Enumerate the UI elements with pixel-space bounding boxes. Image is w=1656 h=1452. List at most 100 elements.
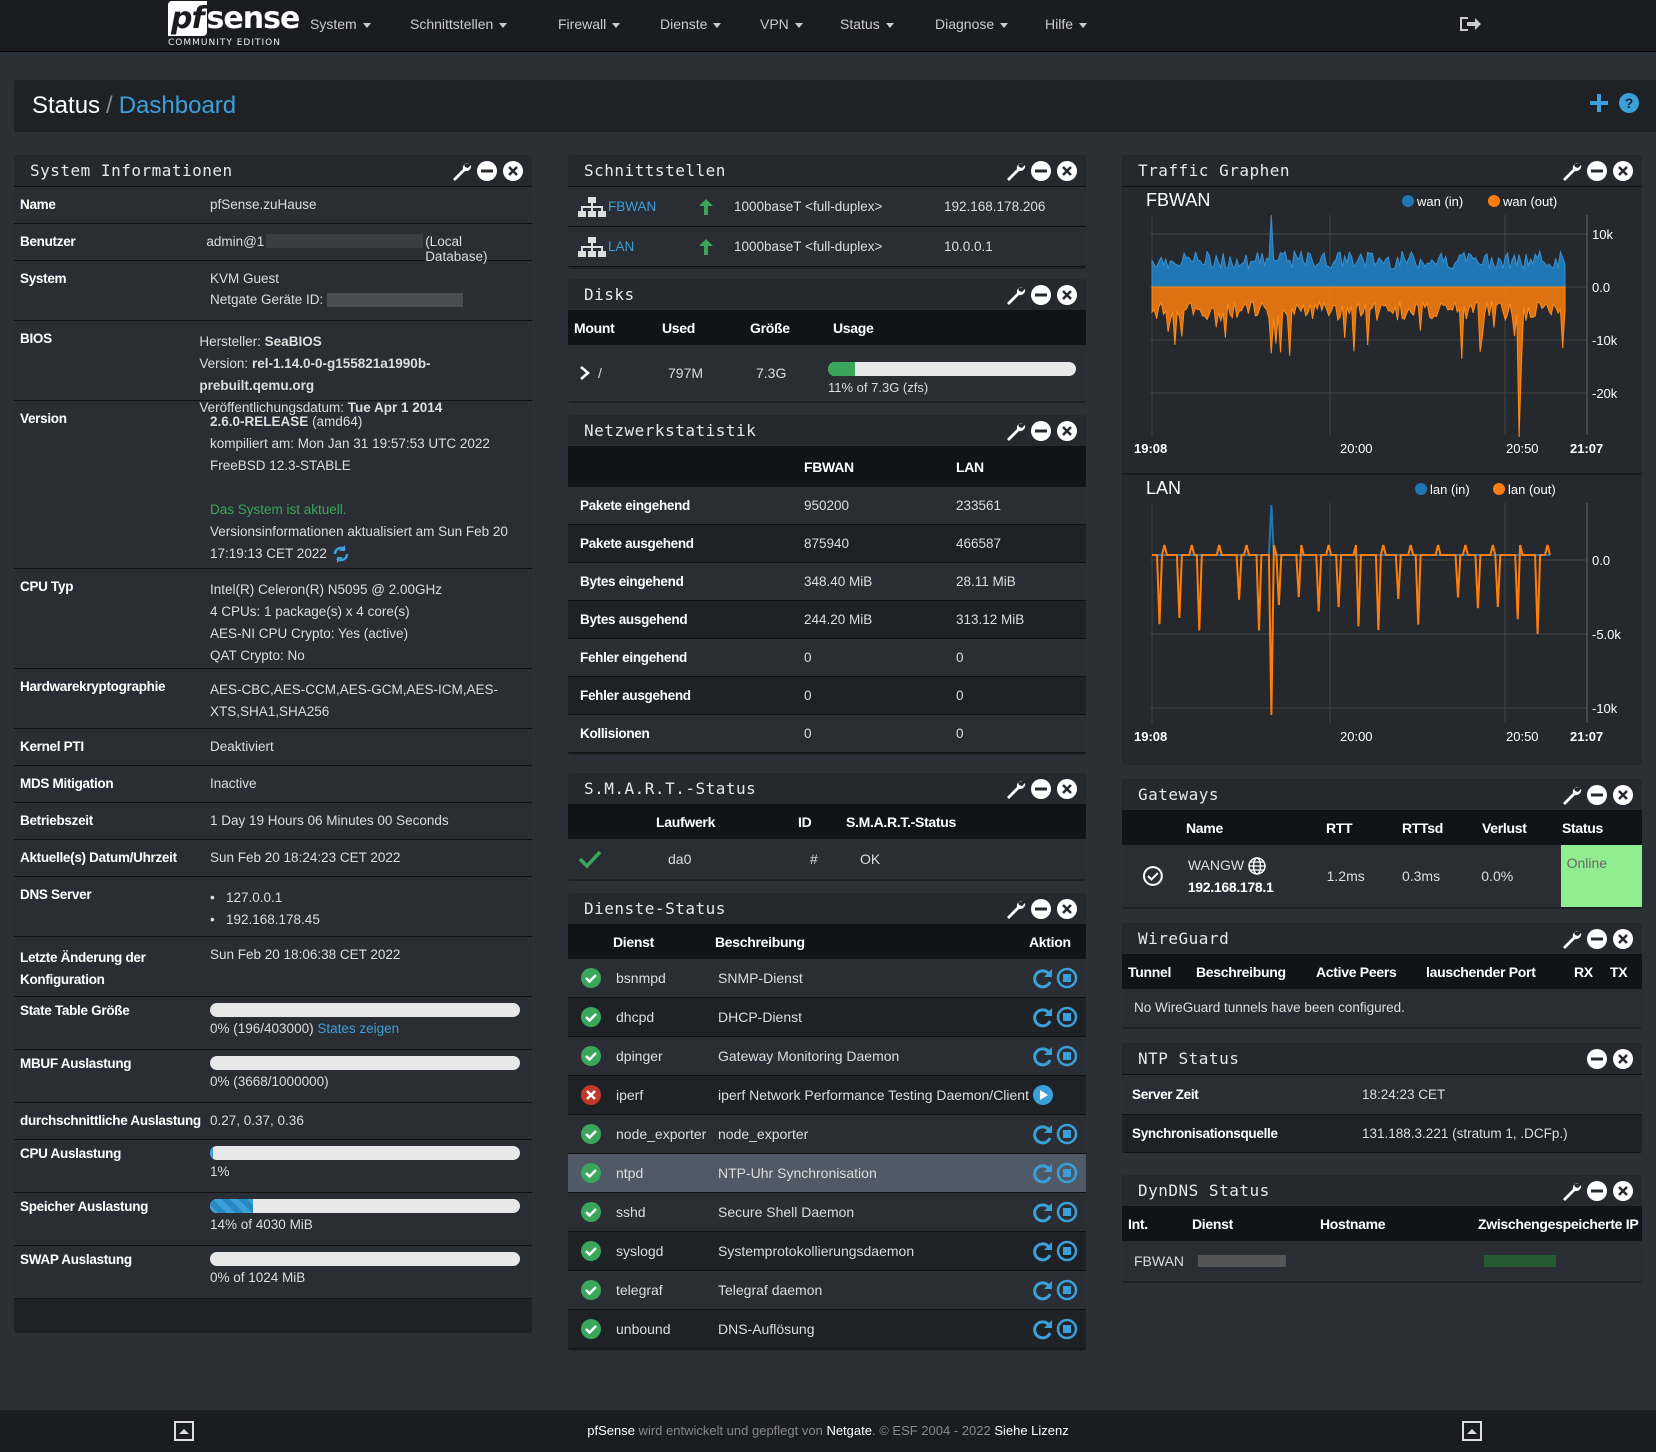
restart-service-icon[interactable] xyxy=(1032,967,1054,989)
refresh-icon[interactable] xyxy=(331,544,351,564)
wrench-icon[interactable] xyxy=(1560,928,1582,950)
restart-service-icon[interactable] xyxy=(1032,1240,1054,1262)
wrench-icon[interactable] xyxy=(1560,160,1582,182)
stop-service-icon[interactable] xyxy=(1056,1123,1078,1145)
minimize-icon[interactable] xyxy=(1030,898,1052,920)
disks-header: Mount Used Größe Usage xyxy=(568,311,1086,345)
netstat-row: Kollisionen 0 0 xyxy=(568,715,1086,753)
y-tick: 10k xyxy=(1592,227,1613,242)
close-icon[interactable] xyxy=(1612,784,1634,806)
close-icon[interactable] xyxy=(502,160,524,182)
close-icon[interactable] xyxy=(1056,420,1078,442)
restart-service-icon[interactable] xyxy=(1032,1318,1054,1340)
menu-services[interactable]: Dienste xyxy=(660,0,722,48)
interface-name[interactable]: FBWAN xyxy=(608,199,696,214)
wireguard-header: Tunnel Beschreibung Active Peers lauschende… xyxy=(1122,955,1642,989)
breadcrumb-current[interactable]: Dashboard xyxy=(119,92,236,119)
stop-service-icon[interactable] xyxy=(1056,1279,1078,1301)
menu-vpn[interactable]: VPN xyxy=(760,0,803,48)
close-icon[interactable] xyxy=(1056,898,1078,920)
stop-service-icon[interactable] xyxy=(1056,1318,1078,1340)
legend-in: lan (in) xyxy=(1430,482,1470,497)
chevron-right-icon[interactable] xyxy=(578,366,592,380)
stop-service-icon[interactable] xyxy=(1056,1201,1078,1223)
restart-service-icon[interactable] xyxy=(1032,1123,1054,1145)
close-icon[interactable] xyxy=(1056,778,1078,800)
redacted-block xyxy=(266,234,424,248)
wrench-icon[interactable] xyxy=(1004,160,1026,182)
logout-icon[interactable] xyxy=(1458,14,1482,34)
dyndns-status-panel: DynDNS Status Int. Dienst Hostname Zwischen… xyxy=(1122,1175,1642,1283)
wrench-icon[interactable] xyxy=(450,160,472,182)
restart-service-icon[interactable] xyxy=(1032,1045,1054,1067)
check-icon xyxy=(578,850,602,869)
y-tick: 0.0 xyxy=(1592,280,1610,295)
wrench-icon[interactable] xyxy=(1004,898,1026,920)
show-states-link[interactable]: States zeigen xyxy=(317,1021,399,1036)
wrench-icon[interactable] xyxy=(1560,784,1582,806)
x-tick: 20:00 xyxy=(1340,441,1373,456)
add-widget-icon[interactable] xyxy=(1588,92,1610,114)
pfsense-logo[interactable]: pf sense COMMUNITY EDITION xyxy=(168,1,300,48)
minimize-icon[interactable] xyxy=(1030,420,1052,442)
stop-service-icon[interactable] xyxy=(1056,967,1078,989)
scroll-top-icon[interactable] xyxy=(1462,1421,1482,1441)
minimize-icon[interactable] xyxy=(476,160,498,182)
stop-service-icon[interactable] xyxy=(1056,1162,1078,1184)
close-icon[interactable] xyxy=(1056,160,1078,182)
interface-name[interactable]: LAN xyxy=(608,239,696,254)
menu-firewall[interactable]: Firewall xyxy=(558,0,621,48)
legend-out: lan (out) xyxy=(1508,482,1556,497)
service-row: node_exporter node_exporter xyxy=(568,1115,1086,1154)
stop-service-icon[interactable] xyxy=(1056,1240,1078,1262)
footer-brand[interactable]: pfSense xyxy=(587,1423,635,1438)
y-tick: -10k xyxy=(1592,701,1618,716)
menu-diagnostics[interactable]: Diagnose xyxy=(935,0,1009,48)
stop-service-icon[interactable] xyxy=(1056,1045,1078,1067)
wrench-icon[interactable] xyxy=(1004,778,1026,800)
menu-status[interactable]: Status xyxy=(840,0,894,48)
legend-out: wan (out) xyxy=(1502,194,1557,209)
stop-service-icon[interactable] xyxy=(1056,1006,1078,1028)
service-row: dhcpd DHCP-Dienst xyxy=(568,998,1086,1037)
breadcrumb-parent[interactable]: Status xyxy=(32,92,100,119)
minimize-icon[interactable] xyxy=(1586,928,1608,950)
wrench-icon[interactable] xyxy=(1004,420,1026,442)
restart-service-icon[interactable] xyxy=(1032,1279,1054,1301)
scroll-top-icon[interactable] xyxy=(174,1421,194,1441)
wrench-icon[interactable] xyxy=(1004,284,1026,306)
minimize-icon[interactable] xyxy=(1030,778,1052,800)
service-name: dpinger xyxy=(616,1048,663,1064)
minimize-icon[interactable] xyxy=(1586,1180,1608,1202)
logo-subtitle: COMMUNITY EDITION xyxy=(168,38,281,48)
minimize-icon[interactable] xyxy=(1586,1048,1608,1070)
close-icon[interactable] xyxy=(1612,928,1634,950)
wireguard-panel: WireGuard Tunnel Beschreibung Active Peers… xyxy=(1122,923,1642,1029)
help-icon[interactable]: ? xyxy=(1618,92,1640,114)
menu-interfaces[interactable]: Schnittstellen xyxy=(410,0,508,48)
netstat-header: FBWAN LAN xyxy=(568,447,1086,487)
restart-service-icon[interactable] xyxy=(1032,1162,1054,1184)
restart-service-icon[interactable] xyxy=(1032,1006,1054,1028)
series-out xyxy=(1152,544,1551,716)
license-link[interactable]: Siehe Lizenz xyxy=(994,1423,1068,1438)
close-icon[interactable] xyxy=(1612,1048,1634,1070)
wrench-icon[interactable] xyxy=(1560,1180,1582,1202)
close-icon[interactable] xyxy=(1612,160,1634,182)
minimize-icon[interactable] xyxy=(1030,160,1052,182)
interfaces-panel: Schnittstellen FBWAN 1000baseT <full-dup… xyxy=(568,155,1086,269)
minimize-icon[interactable] xyxy=(1586,160,1608,182)
restart-service-icon[interactable] xyxy=(1032,1201,1054,1223)
service-row: unbound DNS-Auflösung xyxy=(568,1310,1086,1349)
menu-system[interactable]: System xyxy=(310,0,371,48)
start-service-icon[interactable] xyxy=(1032,1084,1054,1106)
smart-status-panel: S.M.A.R.T.-Status Laufwerk ID S.M.A.R.T.-S… xyxy=(568,773,1086,881)
netstat-row: Bytes ausgehend 244.20 MiB 313.12 MiB xyxy=(568,601,1086,639)
status-running-icon xyxy=(581,1280,601,1300)
footer-company[interactable]: Netgate xyxy=(826,1423,872,1438)
menu-help[interactable]: Hilfe xyxy=(1045,0,1088,48)
close-icon[interactable] xyxy=(1056,284,1078,306)
close-icon[interactable] xyxy=(1612,1180,1634,1202)
minimize-icon[interactable] xyxy=(1586,784,1608,806)
minimize-icon[interactable] xyxy=(1030,284,1052,306)
